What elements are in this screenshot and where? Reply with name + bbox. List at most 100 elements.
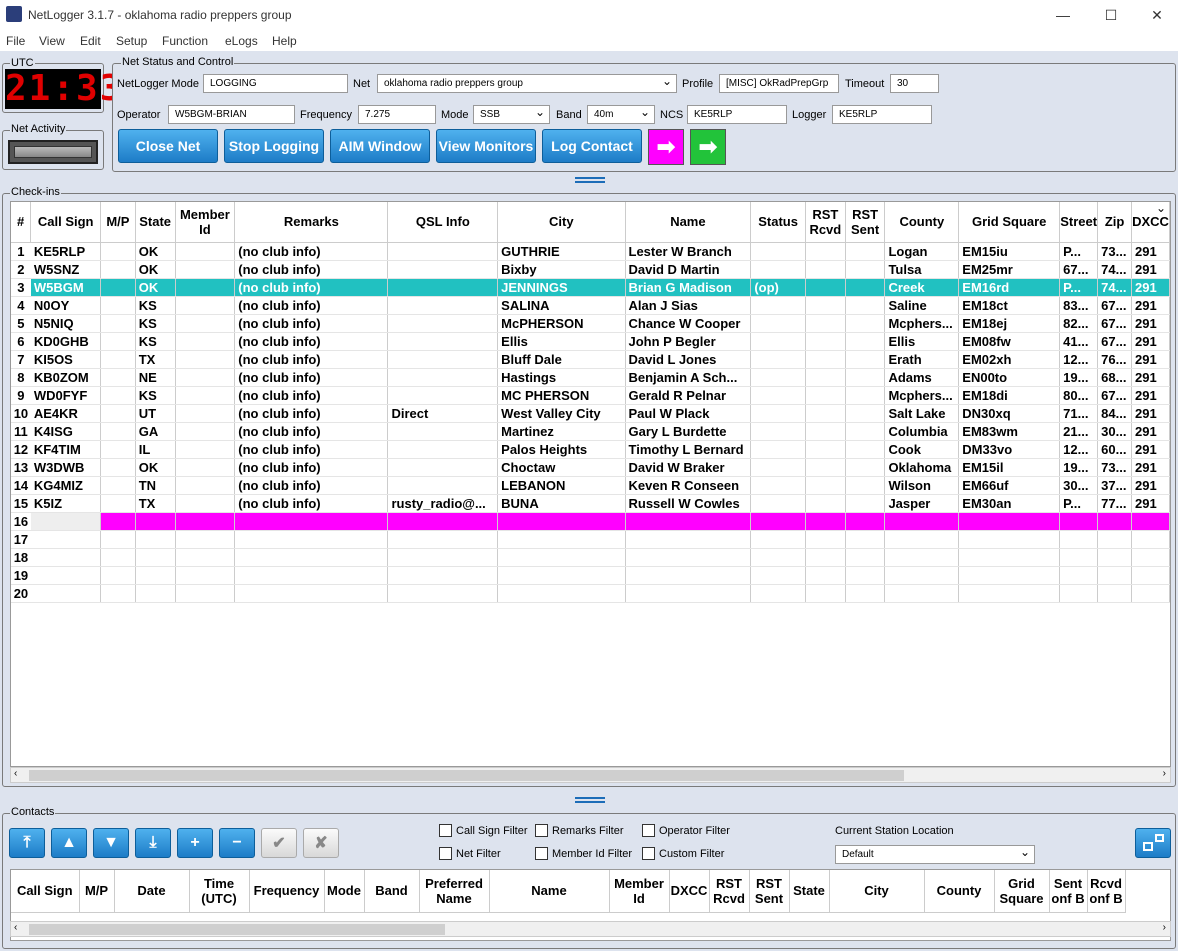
table-cell[interactable] bbox=[884, 584, 960, 603]
table-cell[interactable] bbox=[100, 260, 136, 279]
maximize-button[interactable]: ☐ bbox=[1088, 0, 1134, 30]
table-cell[interactable] bbox=[625, 530, 752, 549]
table-cell[interactable] bbox=[845, 350, 886, 369]
band-select[interactable]: 40m bbox=[587, 105, 655, 124]
table-row[interactable]: 18 bbox=[11, 548, 1170, 567]
table-cell[interactable] bbox=[1097, 548, 1133, 567]
table-row[interactable]: 17 bbox=[11, 530, 1170, 549]
table-cell[interactable] bbox=[625, 566, 752, 585]
table-cell[interactable] bbox=[750, 332, 806, 351]
contacts-header[interactable]: State bbox=[789, 870, 830, 913]
table-cell[interactable]: (no club info) bbox=[234, 296, 389, 315]
table-cell[interactable] bbox=[100, 350, 136, 369]
table-cell[interactable] bbox=[175, 404, 236, 423]
table-cell[interactable]: 73... bbox=[1097, 242, 1133, 261]
table-cell[interactable] bbox=[100, 422, 136, 441]
table-cell[interactable] bbox=[958, 584, 1061, 603]
table-cell[interactable]: Brian G Madison bbox=[625, 278, 752, 297]
table-cell[interactable]: EM15iu bbox=[958, 242, 1061, 261]
table-cell[interactable] bbox=[805, 584, 846, 603]
table-cell[interactable]: KS bbox=[135, 332, 176, 351]
table-cell[interactable]: EM08fw bbox=[958, 332, 1061, 351]
table-cell[interactable] bbox=[175, 242, 236, 261]
table-cell[interactable]: Gary L Burdette bbox=[625, 422, 752, 441]
table-cell[interactable] bbox=[30, 512, 102, 531]
magenta-arrow-button[interactable]: ➡ bbox=[648, 129, 684, 165]
table-cell[interactable]: Palos Heights bbox=[497, 440, 626, 459]
table-cell[interactable] bbox=[387, 422, 499, 441]
table-cell[interactable]: Wilson bbox=[884, 476, 960, 495]
table-cell[interactable] bbox=[750, 530, 806, 549]
table-cell[interactable] bbox=[135, 566, 176, 585]
contacts-hscroll-thumb[interactable] bbox=[29, 924, 445, 935]
table-cell[interactable] bbox=[100, 494, 136, 513]
table-cell[interactable]: 41... bbox=[1059, 332, 1099, 351]
table-cell[interactable] bbox=[625, 548, 752, 567]
table-cell[interactable] bbox=[884, 566, 960, 585]
table-cell[interactable] bbox=[234, 530, 389, 549]
table-cell[interactable] bbox=[175, 566, 236, 585]
ncs-field[interactable]: KE5RLP bbox=[687, 105, 787, 124]
table-cell[interactable]: K5IZ bbox=[30, 494, 102, 513]
table-cell[interactable] bbox=[845, 242, 886, 261]
table-cell[interactable]: OK bbox=[135, 242, 176, 261]
table-cell[interactable] bbox=[30, 584, 102, 603]
move-up-button[interactable]: ▲ bbox=[51, 828, 87, 858]
table-cell[interactable]: N5NIQ bbox=[30, 314, 102, 333]
table-cell[interactable] bbox=[30, 530, 102, 549]
table-cell[interactable]: KF4TIM bbox=[30, 440, 102, 459]
table-cell[interactable] bbox=[175, 422, 236, 441]
table-cell[interactable]: 291 bbox=[1131, 242, 1170, 261]
table-cell[interactable]: KB0ZOM bbox=[30, 368, 102, 387]
confirm-button[interactable]: ✔ bbox=[261, 828, 297, 858]
table-row[interactable]: 1 KE5RLP OK (no club info) GUTHRIE Lester W B… bbox=[11, 242, 1170, 261]
cancel-button[interactable]: ✘ bbox=[303, 828, 339, 858]
table-cell[interactable]: MC PHERSON bbox=[497, 386, 626, 405]
table-cell[interactable]: 37... bbox=[1097, 476, 1133, 495]
aim-window-button[interactable]: AIM Window bbox=[330, 129, 430, 163]
table-cell[interactable] bbox=[845, 368, 886, 387]
table-cell[interactable] bbox=[750, 260, 806, 279]
table-row[interactable]: 12 KF4TIM IL (no club info) Palos Heights Tim… bbox=[11, 440, 1170, 459]
table-cell[interactable] bbox=[387, 278, 499, 297]
table-cell[interactable] bbox=[958, 512, 1061, 531]
table-cell[interactable] bbox=[234, 584, 389, 603]
table-cell[interactable] bbox=[175, 494, 236, 513]
minimize-button[interactable]: — bbox=[1040, 0, 1086, 30]
table-cell[interactable]: (no club info) bbox=[234, 476, 389, 495]
net-select[interactable]: oklahoma radio preppers group bbox=[377, 74, 677, 93]
table-cell[interactable]: P... bbox=[1059, 278, 1099, 297]
checkins-header[interactable]: # bbox=[11, 202, 32, 243]
table-cell[interactable]: Columbia bbox=[884, 422, 960, 441]
table-cell[interactable] bbox=[1059, 530, 1099, 549]
table-cell[interactable] bbox=[175, 332, 236, 351]
table-cell[interactable] bbox=[805, 296, 846, 315]
table-cell[interactable]: EM18ej bbox=[958, 314, 1061, 333]
table-cell[interactable]: LEBANON bbox=[497, 476, 626, 495]
table-cell[interactable]: Chance W Cooper bbox=[625, 314, 752, 333]
splitter-bottom[interactable] bbox=[575, 797, 605, 803]
contacts-header[interactable]: RST Sent bbox=[749, 870, 790, 913]
table-cell[interactable] bbox=[845, 440, 886, 459]
table-cell[interactable] bbox=[805, 530, 846, 549]
stop-logging-button[interactable]: Stop Logging bbox=[224, 129, 324, 163]
remarks-filter-checkbox[interactable]: Remarks Filter bbox=[535, 824, 624, 837]
table-cell[interactable] bbox=[750, 242, 806, 261]
contacts-header[interactable]: Preferred Name bbox=[419, 870, 490, 913]
table-cell[interactable]: (no club info) bbox=[234, 242, 389, 261]
table-cell[interactable] bbox=[100, 440, 136, 459]
table-cell[interactable] bbox=[1097, 566, 1133, 585]
table-row[interactable]: 9 WD0FYF KS (no club info) MC PHERSON Gerald … bbox=[11, 386, 1170, 405]
scroll-left-icon[interactable]: ‹ bbox=[14, 922, 17, 933]
contacts-header[interactable]: Sent onf B bbox=[1049, 870, 1088, 913]
table-cell[interactable] bbox=[100, 584, 136, 603]
table-cell[interactable] bbox=[805, 440, 846, 459]
move-down-button[interactable]: ▼ bbox=[93, 828, 129, 858]
contacts-header[interactable]: Frequency bbox=[249, 870, 325, 913]
table-cell[interactable] bbox=[958, 548, 1061, 567]
contacts-header[interactable]: DXCC bbox=[669, 870, 710, 913]
table-row[interactable]: 2 W5SNZ OK (no club info) Bixby David D Marti… bbox=[11, 260, 1170, 279]
table-cell[interactable]: 291 bbox=[1131, 278, 1170, 297]
table-cell[interactable]: NE bbox=[135, 368, 176, 387]
table-cell[interactable]: EM30an bbox=[958, 494, 1061, 513]
